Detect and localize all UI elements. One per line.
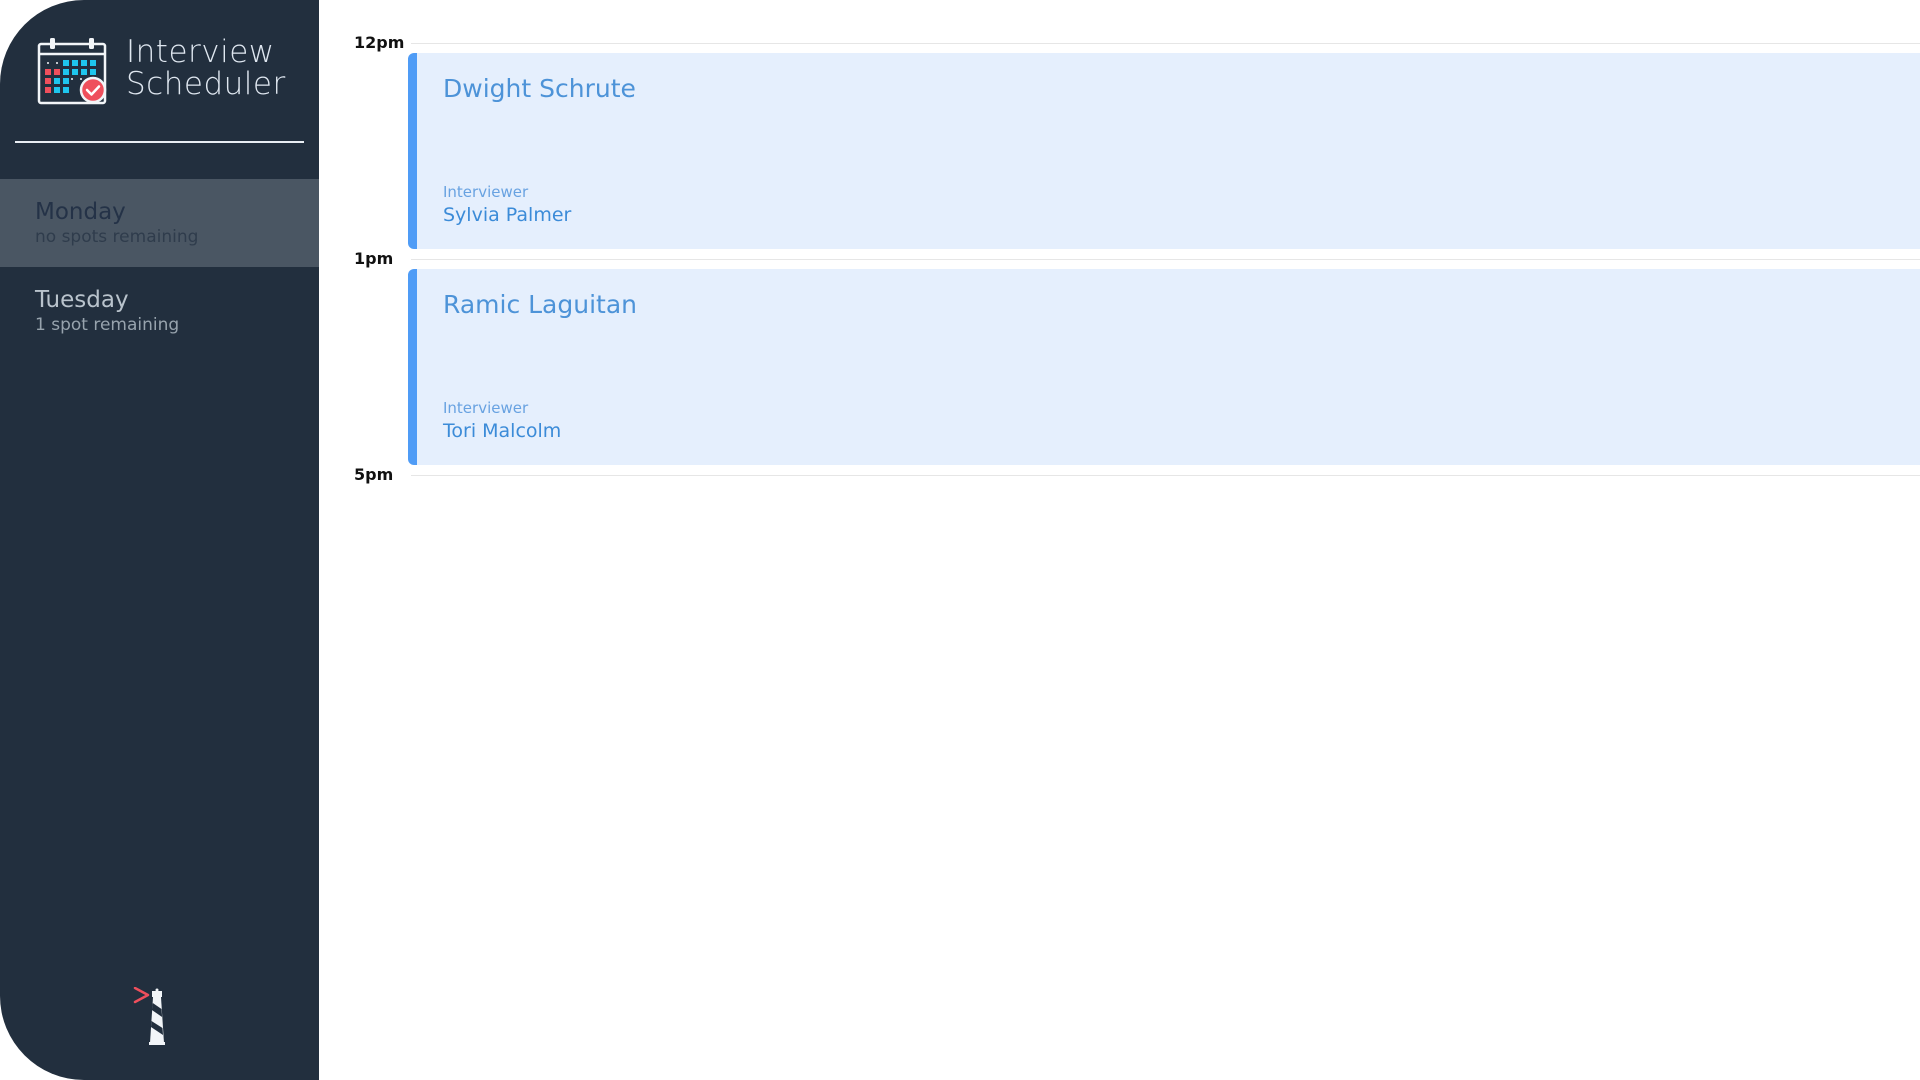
time-divider-1pm [411, 259, 1920, 260]
lighthouse-icon [133, 987, 165, 1045]
brand: Interview Scheduler [36, 36, 286, 106]
student-name: Dwight Schrute [443, 74, 636, 103]
student-name: Ramic Laguitan [443, 290, 638, 319]
time-label-12pm: 12pm [354, 33, 405, 52]
appointment-card[interactable]: Dwight Schrute Interviewer Sylvia Palmer [408, 53, 1920, 249]
interviewer-name: Sylvia Palmer [443, 204, 572, 226]
day-spots-remaining: no spots remaining [35, 227, 199, 247]
day-item-monday[interactable]: Monday no spots remaining [0, 179, 319, 267]
interviewer-name: Tori Malcolm [443, 420, 562, 442]
day-item-tuesday[interactable]: Tuesday 1 spot remaining [0, 267, 319, 355]
interview-scheduler-app: Interview Scheduler Monday no spots rema… [0, 0, 1920, 1080]
time-label-1pm: 1pm [354, 249, 394, 268]
interviewer-label: Interviewer [443, 183, 529, 201]
schedule: 12pm Dwight Schrute Interviewer Sylvia P… [319, 0, 1920, 1080]
day-name: Monday [35, 199, 126, 225]
day-name: Tuesday [35, 287, 129, 313]
day-spots-remaining: 1 spot remaining [35, 315, 180, 335]
calendar-check-icon [37, 38, 107, 105]
time-label-5pm: 5pm [354, 465, 394, 484]
app-title: Interview Scheduler [126, 36, 286, 100]
day-list: Monday no spots remaining Tuesday 1 spot… [0, 179, 319, 355]
appointment-card[interactable]: Ramic Laguitan Interviewer Tori Malcolm [408, 269, 1920, 465]
time-divider-5pm [411, 475, 1920, 476]
sidebar: Interview Scheduler Monday no spots rema… [0, 0, 319, 1080]
time-divider-12pm [411, 43, 1920, 44]
interviewer-label: Interviewer [443, 399, 529, 417]
app-title-line-2: Scheduler [126, 66, 286, 102]
sidebar-divider [15, 141, 304, 143]
app-title-line-1: Interview [126, 34, 275, 70]
